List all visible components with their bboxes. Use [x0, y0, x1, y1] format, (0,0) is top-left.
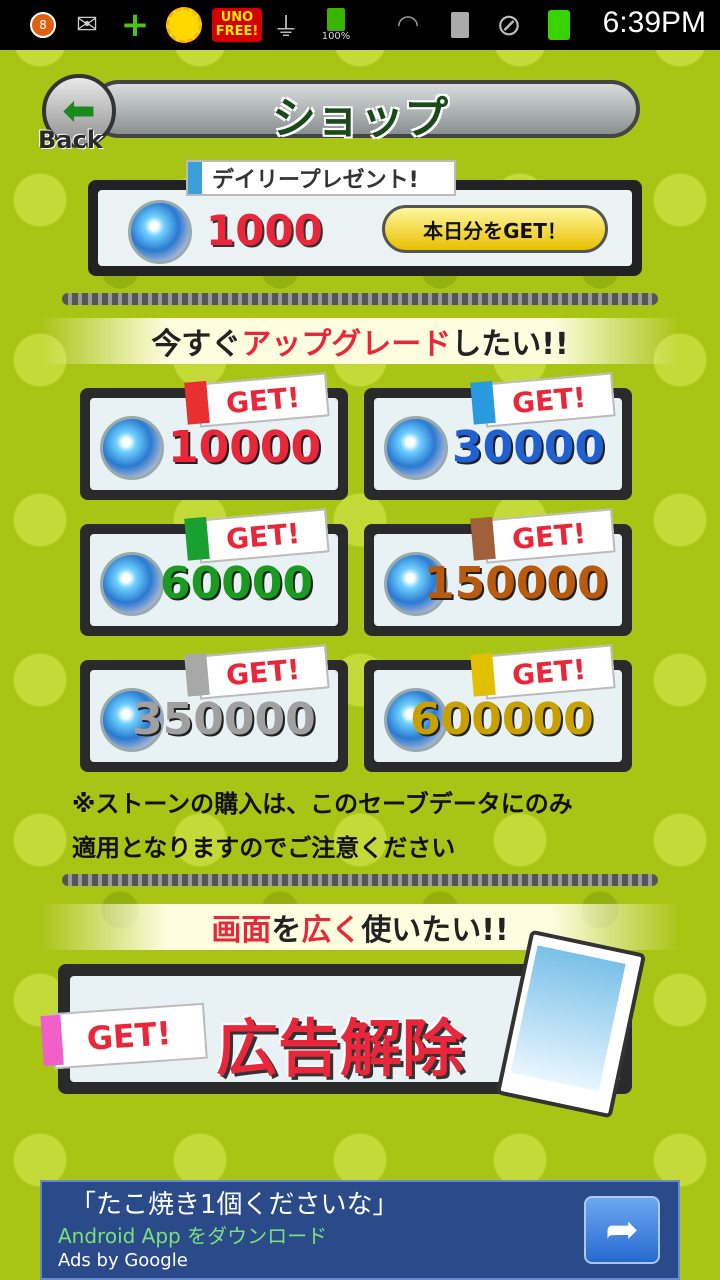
notification-icon: 8	[26, 8, 60, 42]
pack-get-label: GET!	[224, 516, 302, 556]
sim-icon	[448, 8, 472, 42]
battery-full-icon: 100%	[318, 8, 354, 42]
battery-percent: 100%	[321, 31, 351, 42]
wifi-icon: ◠	[396, 10, 420, 40]
status-bar: 8 ✉ + UNO FREE! ⏚ 100% ◠ ⊘ 6:39PM	[0, 0, 720, 50]
page-title: ショップ	[272, 93, 448, 144]
wide-banner-part: を	[271, 913, 302, 948]
pack-stone-value: 10000	[168, 422, 322, 473]
wide-banner-part: 画面	[211, 913, 272, 948]
daily-present-tag: デイリープレゼント!	[186, 160, 456, 196]
clock: 6:39PM	[602, 6, 706, 39]
uno-label: UNO FREE!	[215, 10, 259, 39]
pack-flag	[184, 652, 210, 697]
pack-get-label: GET!	[510, 516, 588, 556]
battery-icon	[546, 8, 572, 42]
plus-icon: +	[120, 5, 150, 45]
upgrade-banner-suffix: したい!!	[451, 327, 569, 362]
ad-byline: Ads by Google	[58, 1250, 188, 1271]
back-label[interactable]: Back	[38, 126, 103, 154]
ad-headline[interactable]: 「たこ焼き1個くださいな」	[70, 1184, 399, 1221]
pack-get-label: GET!	[224, 652, 302, 692]
pack-stone-value: 60000	[160, 558, 314, 609]
ad-removal-get-tag: GET!	[40, 1002, 208, 1070]
pack-stone-value: 600000	[410, 694, 594, 745]
ad-removal-get-label: GET!	[85, 1014, 173, 1058]
uno-app-icon: UNO FREE!	[212, 8, 262, 42]
wide-banner-part: 広く	[301, 913, 362, 948]
chain-divider	[62, 874, 658, 886]
usb-icon: ⏚	[272, 12, 299, 43]
notice-line: 適用となりますのでご注意ください	[72, 834, 456, 862]
pack-stone-value: 150000	[424, 558, 608, 609]
ad-removal-title: 広告解除	[216, 1012, 465, 1085]
no-signal-icon: ⊘	[496, 7, 522, 43]
sun-app-icon	[164, 7, 204, 43]
daily-get-button[interactable]: 本日分をGET！	[382, 205, 608, 253]
notice-line: ※ストーンの購入は、このセーブデータにのみ	[72, 790, 573, 818]
notification-count-badge: 8	[30, 12, 56, 38]
stone-icon	[100, 552, 164, 616]
pack-stone-value: 350000	[132, 694, 316, 745]
chain-divider	[62, 293, 658, 305]
ad-removal-flag	[40, 1014, 64, 1067]
pack-get-label: GET!	[510, 380, 588, 420]
daily-stone-value: 1000	[206, 206, 323, 255]
share-arrow-icon: ➦	[605, 1207, 639, 1253]
stone-icon	[100, 416, 164, 480]
stone-icon	[384, 416, 448, 480]
wide-banner-part: 使いたい!!	[361, 913, 509, 948]
mail-icon: ✉	[76, 10, 98, 40]
pack-get-label: GET!	[224, 380, 302, 420]
upgrade-banner: 今すぐ アップグレード したい!!	[40, 318, 680, 364]
pack-flag	[184, 380, 210, 425]
upgrade-banner-prefix: 今すぐ	[151, 327, 242, 362]
pack-get-label: GET!	[510, 652, 588, 692]
stone-icon	[128, 200, 192, 264]
purchase-notice: ※ストーンの購入は、このセーブデータにのみ 適用となりますのでご注意ください	[72, 782, 672, 870]
upgrade-banner-highlight: アップグレード	[241, 327, 452, 362]
ad-open-button[interactable]: ➦	[584, 1196, 660, 1264]
pack-flag	[184, 516, 210, 561]
ad-subtitle[interactable]: Android App をダウンロード	[58, 1220, 327, 1249]
pack-flag	[470, 380, 496, 425]
pack-stone-value: 30000	[452, 422, 606, 473]
pack-flag	[470, 516, 496, 561]
pack-flag	[470, 652, 496, 697]
